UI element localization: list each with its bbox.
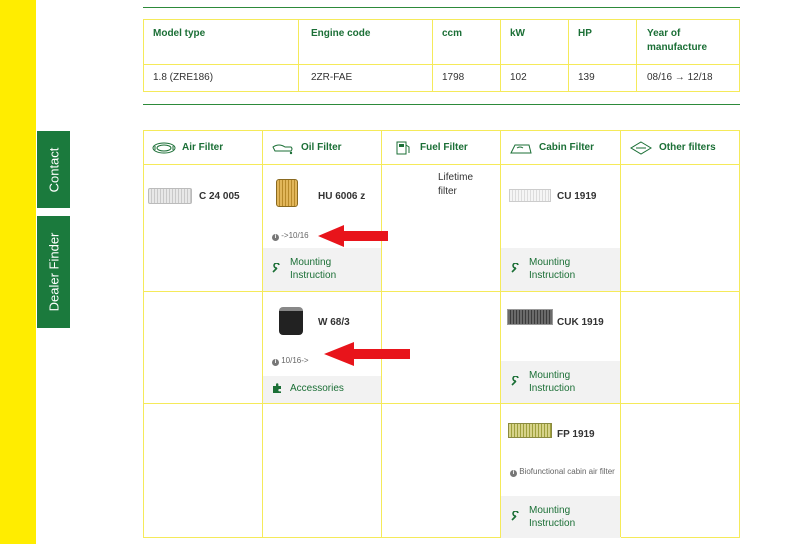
cabin-filter-3-image[interactable] <box>508 423 552 438</box>
air-filter-part[interactable]: C 24 005 <box>199 191 240 202</box>
col-air-filter-label: Air Filter <box>182 142 224 153</box>
wrench-icon <box>272 263 280 273</box>
cell-ccm: 1798 <box>442 72 465 83</box>
oil-filter-2-image[interactable] <box>279 307 303 335</box>
other-filters-icon <box>630 140 652 155</box>
oil-filter-1-image[interactable] <box>276 179 298 207</box>
header-engine-code: Engine code <box>311 28 371 39</box>
cell-engine: 2ZR-FAE <box>311 72 353 83</box>
header-year: Year of manufacture <box>647 28 708 53</box>
col-other-filters-label: Other filters <box>659 142 716 153</box>
fuel-filter-text: Lifetime filter <box>438 172 474 197</box>
cell-model: 1.8 (ZRE186) <box>153 72 214 83</box>
contact-tab-label: Contact <box>46 147 61 192</box>
info-icon: i <box>272 359 279 366</box>
info-icon: i <box>510 470 517 477</box>
dealer-finder-tab[interactable]: Dealer Finder <box>36 216 70 328</box>
contact-tab[interactable]: Contact <box>36 131 70 208</box>
wrench-icon <box>511 263 519 273</box>
cabin-filter-2-part[interactable]: CUK 1919 <box>557 317 604 328</box>
oil-filter-2-note: i 10/16-> <box>272 356 309 366</box>
cabin-filter-1-mounting-link[interactable]: Mounting Instruction <box>529 256 599 282</box>
air-filter-image[interactable] <box>148 188 192 204</box>
cabin-filter-icon <box>510 144 532 153</box>
filters-grid: Air Filter Oil Filter Fuel Filter Cabin … <box>143 130 740 538</box>
wrench-icon <box>511 511 519 521</box>
wrench-icon <box>511 376 519 386</box>
header-model-type: Model type <box>153 28 206 39</box>
header-hp: HP <box>578 28 592 39</box>
red-arrow-annotation-2 <box>324 342 410 366</box>
oil-filter-icon <box>272 144 293 154</box>
air-filter-icon <box>152 142 176 153</box>
cabin-filter-1-part[interactable]: CU 1919 <box>557 191 596 202</box>
col-cabin-filter-label: Cabin Filter <box>539 142 595 153</box>
cabin-filter-2-image[interactable] <box>507 309 553 325</box>
cell-year: 08/16 → 12/18 <box>647 72 713 83</box>
vehicle-table: Model type Engine code ccm kW HP Year of… <box>143 19 740 92</box>
oil-filter-1-part[interactable]: HU 6006 z <box>318 191 365 202</box>
fuel-filter-icon <box>396 141 410 154</box>
header-kw: kW <box>510 28 525 39</box>
cell-hp: 139 <box>578 72 595 83</box>
cabin-filter-3-note: i Biofunctional cabin air filter <box>510 467 618 477</box>
col-fuel-filter[interactable]: Fuel Filter <box>382 131 500 164</box>
cell-kw: 102 <box>510 72 527 83</box>
col-oil-filter-label: Oil Filter <box>301 142 342 153</box>
cabin-filter-1-image[interactable] <box>509 189 551 202</box>
red-arrow-annotation-1 <box>318 225 388 247</box>
divider-middle <box>143 104 740 105</box>
dealer-finder-tab-label: Dealer Finder <box>46 232 61 312</box>
col-fuel-filter-label: Fuel Filter <box>420 142 468 153</box>
info-icon: i <box>272 234 279 241</box>
header-ccm: ccm <box>442 28 463 39</box>
col-air-filter[interactable]: Air Filter <box>144 131 262 164</box>
col-oil-filter[interactable]: Oil Filter <box>263 131 381 164</box>
cabin-filter-2-mounting-link[interactable]: Mounting Instruction <box>529 369 599 395</box>
oil-filter-2-accessories-link[interactable]: Accessories <box>290 382 344 395</box>
oil-filter-1-mounting-link[interactable]: Mounting Instruction <box>290 256 360 282</box>
divider-top <box>143 7 740 8</box>
cabin-filter-3-mounting-link[interactable]: Mounting Instruction <box>529 504 599 530</box>
col-other-filters[interactable]: Other filters <box>621 131 740 164</box>
puzzle-icon <box>273 383 281 393</box>
oil-filter-1-note: i ->10/16 <box>272 231 309 241</box>
oil-filter-2-part[interactable]: W 68/3 <box>318 317 350 328</box>
cabin-filter-3-part[interactable]: FP 1919 <box>557 429 595 440</box>
col-cabin-filter[interactable]: Cabin Filter <box>501 131 620 164</box>
